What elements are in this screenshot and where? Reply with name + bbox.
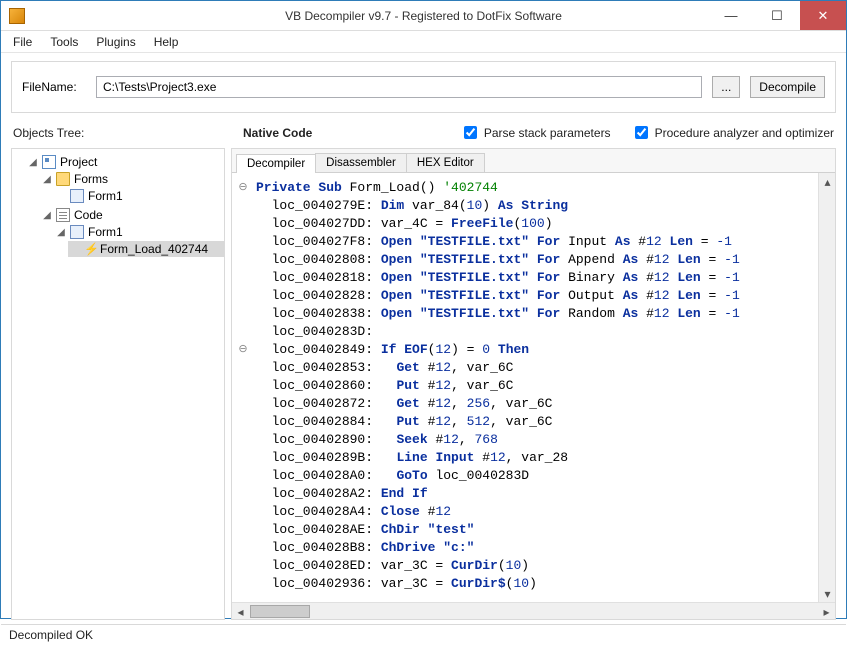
objects-tree[interactable]: ◢ Project ◢ Forms <box>11 148 225 620</box>
parse-stack-input[interactable] <box>464 126 477 139</box>
scroll-left-icon[interactable]: ◂ <box>232 603 249 620</box>
minimize-button[interactable]: — <box>708 1 754 30</box>
tree-node-form1-code[interactable]: ◢ Form1 <box>54 224 224 240</box>
native-code-label: Native Code <box>243 126 312 140</box>
tree-label: Form1 <box>88 189 123 203</box>
code-line: loc_00402808: Open "TESTFILE.txt" For Ap… <box>256 251 827 269</box>
parse-stack-label: Parse stack parameters <box>484 126 611 140</box>
code-line: loc_00402849: If EOF(12) = 0 Then <box>256 341 827 359</box>
scroll-thumb[interactable] <box>250 605 310 618</box>
tree-label: Forms <box>74 172 108 186</box>
bolt-icon: ⚡ <box>84 242 96 256</box>
code-line: loc_00402818: Open "TESTFILE.txt" For Bi… <box>256 269 827 287</box>
code-line: loc_00402853: Get #12, var_6C <box>256 359 827 377</box>
code-line: loc_004028A0: GoTo loc_0040283D <box>256 467 827 485</box>
tree-node-formload[interactable]: ⚡ Form_Load_402744 <box>68 241 224 257</box>
project-icon <box>42 155 56 169</box>
code-icon <box>56 208 70 222</box>
expand-icon[interactable]: ◢ <box>56 227 66 238</box>
code-view[interactable]: ⊖ Private Sub Form_Load() '402744 loc_004… <box>232 173 835 599</box>
code-line: loc_004028A2: End If <box>256 485 827 503</box>
fold-icon[interactable]: ⊖ <box>236 341 250 359</box>
tree-label: Project <box>60 155 97 169</box>
code-line: loc_004027F8: Open "TESTFILE.txt" For In… <box>256 233 827 251</box>
window-controls: — ☐ ✕ <box>708 1 846 30</box>
menu-plugins[interactable]: Plugins <box>88 33 143 51</box>
menu-tools[interactable]: Tools <box>42 33 86 51</box>
browse-button[interactable]: ... <box>712 76 740 98</box>
tab-bar: Decompiler Disassembler HEX Editor <box>232 149 835 173</box>
tab-hexeditor[interactable]: HEX Editor <box>406 153 485 172</box>
scroll-up-icon[interactable]: ▴ <box>819 173 835 190</box>
title-bar: VB Decompiler v9.7 - Registered to DotFi… <box>1 1 846 31</box>
code-line: loc_0040283D: <box>256 323 827 341</box>
menu-file[interactable]: File <box>5 33 40 51</box>
code-line: loc_00402936: var_3C = CurDir$(10) <box>256 575 827 593</box>
proc-analyzer-label: Procedure analyzer and optimizer <box>655 126 834 140</box>
decompile-button[interactable]: Decompile <box>750 76 825 98</box>
tab-decompiler[interactable]: Decompiler <box>236 154 316 173</box>
tab-disassembler[interactable]: Disassembler <box>315 153 407 172</box>
file-bar: FileName: ... Decompile <box>11 61 836 113</box>
vertical-scrollbar[interactable]: ▴ ▾ <box>818 173 835 602</box>
code-line: loc_004028AE: ChDir "test" <box>256 521 827 539</box>
code-line: loc_00402890: Seek #12, 768 <box>256 431 827 449</box>
code-line: loc_00402860: Put #12, var_6C <box>256 377 827 395</box>
form-icon <box>70 189 84 203</box>
code-line: loc_0040289B: Line Input #12, var_28 <box>256 449 827 467</box>
code-line: loc_00402838: Open "TESTFILE.txt" For Ra… <box>256 305 827 323</box>
code-line: loc_004028ED: var_3C = CurDir(10) <box>256 557 827 575</box>
code-line: loc_0040279E: Dim var_84(10) As String <box>256 197 827 215</box>
tree-node-form1-forms[interactable]: Form1 <box>54 188 224 204</box>
code-line: loc_004028A4: Close #12 <box>256 503 827 521</box>
objects-tree-label: Objects Tree: <box>13 126 223 140</box>
status-text: Decompiled OK <box>9 628 93 642</box>
tree-label: Code <box>74 208 103 222</box>
horizontal-scrollbar[interactable]: ◂ ▸ <box>232 602 835 619</box>
code-line: loc_00402884: Put #12, 512, var_6C <box>256 413 827 431</box>
code-line: loc_004028B8: ChDrive "c:" <box>256 539 827 557</box>
folder-icon <box>56 172 70 186</box>
app-icon <box>9 8 25 24</box>
close-button[interactable]: ✕ <box>800 1 846 30</box>
fold-icon[interactable]: ⊖ <box>236 179 250 197</box>
scroll-down-icon[interactable]: ▾ <box>819 585 835 602</box>
menu-help[interactable]: Help <box>146 33 187 51</box>
expand-icon[interactable]: ◢ <box>28 157 38 168</box>
status-bar: Decompiled OK <box>1 624 846 646</box>
proc-analyzer-checkbox[interactable]: Procedure analyzer and optimizer <box>631 123 834 142</box>
options-row: Objects Tree: Native Code Parse stack pa… <box>1 119 846 148</box>
tree-label: Form1 <box>88 225 123 239</box>
form-icon <box>70 225 84 239</box>
tree-label: Form_Load_402744 <box>100 242 208 256</box>
proc-analyzer-input[interactable] <box>635 126 648 139</box>
code-line: loc_004027DD: var_4C = FreeFile(100) <box>256 215 827 233</box>
scroll-right-icon[interactable]: ▸ <box>818 603 835 620</box>
expand-icon[interactable]: ◢ <box>42 210 52 221</box>
filename-label: FileName: <box>22 80 86 94</box>
menu-bar: File Tools Plugins Help <box>1 31 846 53</box>
tree-node-forms[interactable]: ◢ Forms <box>40 171 224 187</box>
filename-input[interactable] <box>96 76 702 98</box>
expand-icon[interactable]: ◢ <box>42 174 52 185</box>
code-line: Private Sub Form_Load() '402744 <box>256 179 827 197</box>
tree-node-code[interactable]: ◢ Code <box>40 207 224 223</box>
code-line: loc_00402872: Get #12, 256, var_6C <box>256 395 827 413</box>
code-line: loc_00402828: Open "TESTFILE.txt" For Ou… <box>256 287 827 305</box>
right-pane: Decompiler Disassembler HEX Editor ⊖ Priv… <box>231 148 836 620</box>
parse-stack-checkbox[interactable]: Parse stack parameters <box>460 123 611 142</box>
main-area: ◢ Project ◢ Forms <box>1 148 846 624</box>
tree-node-project[interactable]: ◢ Project <box>26 154 224 170</box>
maximize-button[interactable]: ☐ <box>754 1 800 30</box>
